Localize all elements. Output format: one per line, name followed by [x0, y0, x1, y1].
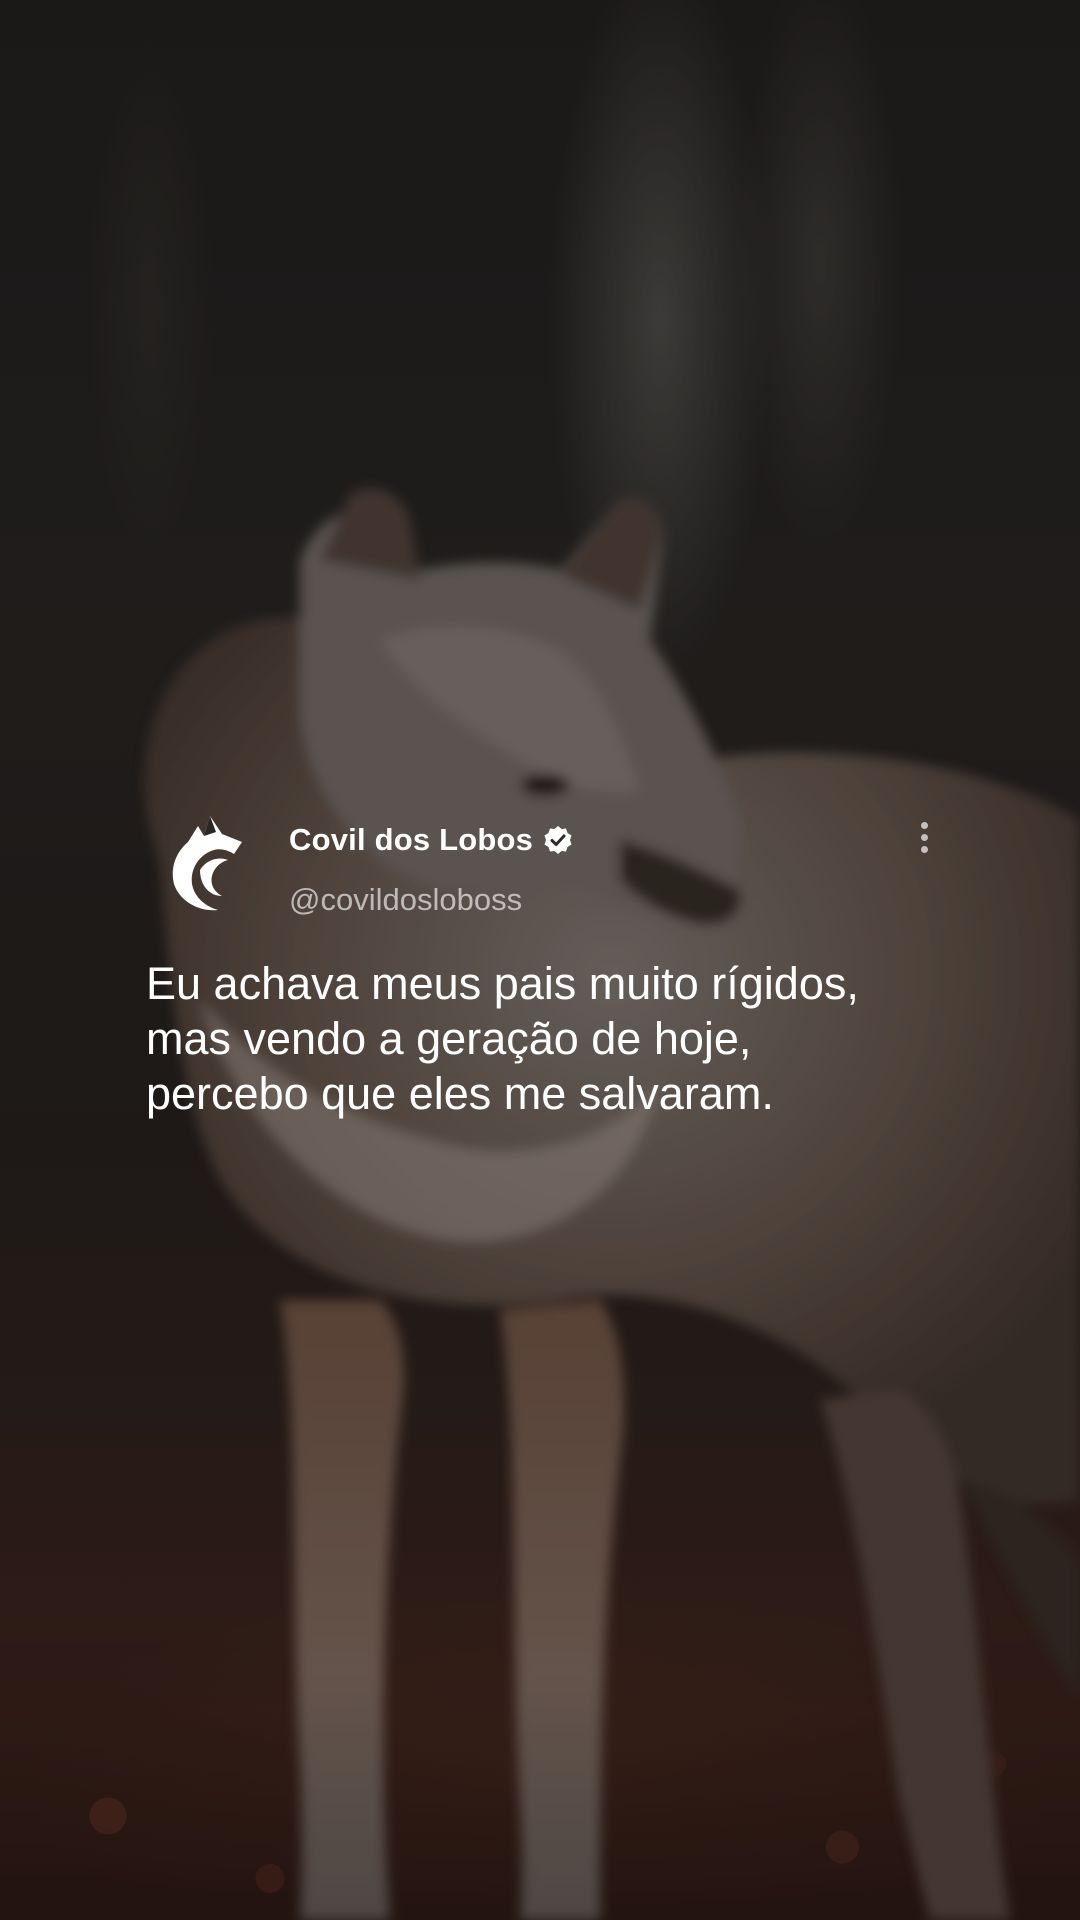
post-text-line: percebo que eles me salvaram.: [146, 1068, 774, 1119]
handle[interactable]: @covildosloboss: [289, 882, 522, 918]
post-text-line: mas vendo a geração de hoje,: [146, 1013, 752, 1064]
display-name[interactable]: Covil dos Lobos: [289, 822, 533, 858]
more-options-icon[interactable]: [912, 822, 936, 862]
post-text-line: Eu achava meus pais muito rígidos,: [146, 958, 859, 1009]
wolf-logo-icon[interactable]: [170, 812, 250, 916]
verified-badge-icon: [544, 826, 572, 854]
post-card: Covil dos Lobos @covildosloboss Eu achav…: [146, 812, 946, 1121]
name-row: Covil dos Lobos: [289, 822, 573, 858]
screen: Covil dos Lobos @covildosloboss Eu achav…: [0, 0, 1080, 1920]
post-text: Eu achava meus pais muito rígidos, mas v…: [146, 956, 966, 1121]
post-header: Covil dos Lobos @covildosloboss: [146, 812, 946, 930]
